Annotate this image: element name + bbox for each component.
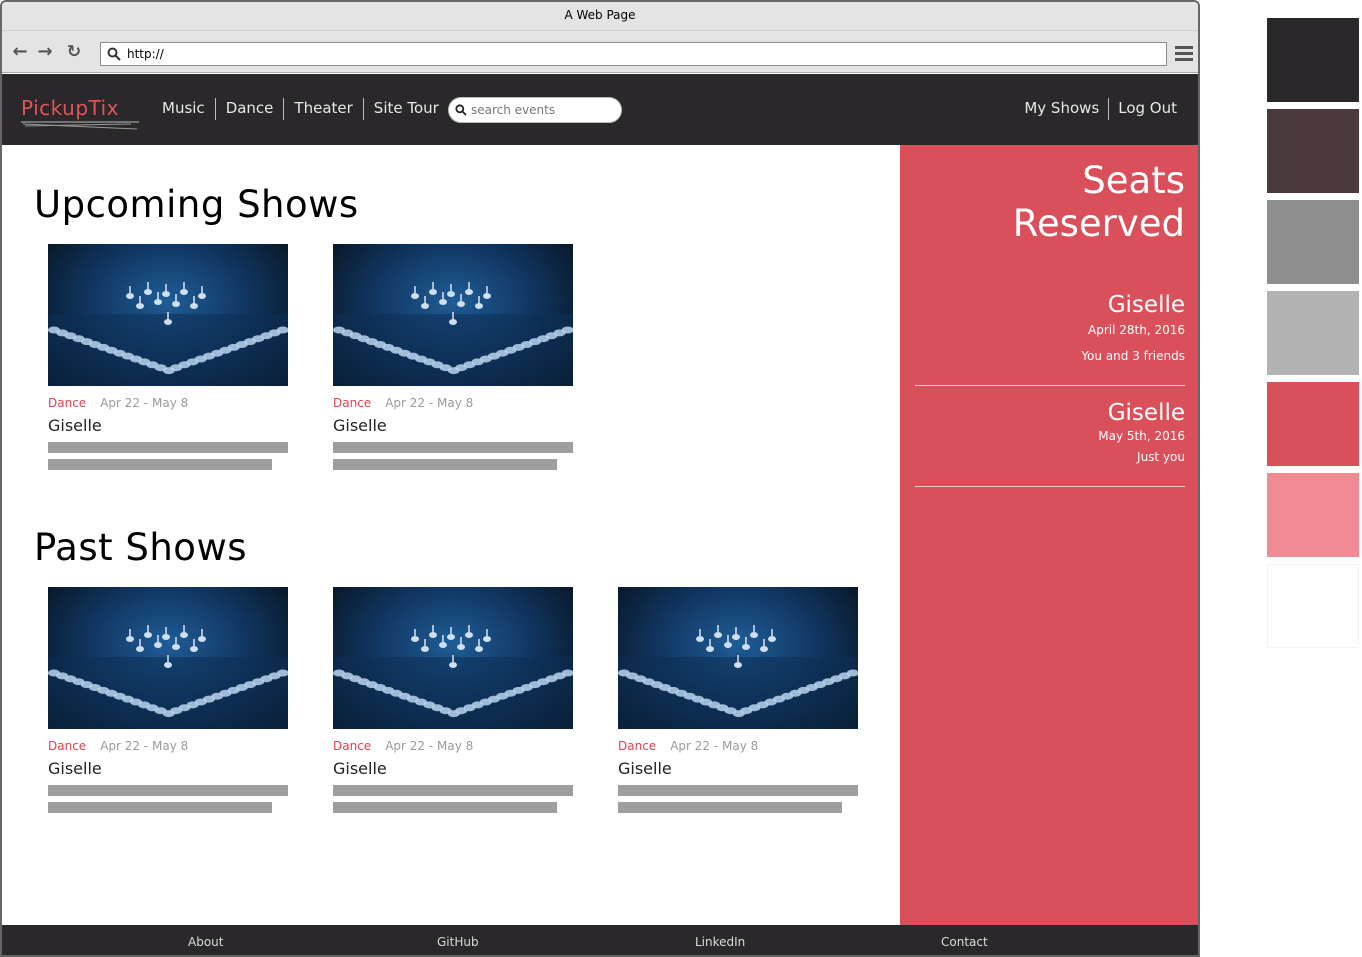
description-placeholder bbox=[333, 785, 573, 796]
reservation-date: April 28th, 2016 bbox=[1088, 323, 1185, 337]
search-icon bbox=[107, 47, 121, 61]
search-placeholder: search events bbox=[471, 103, 556, 117]
nav-log-out[interactable]: Log Out bbox=[1108, 98, 1186, 120]
reservation-party: Just you bbox=[1137, 450, 1185, 464]
show-title[interactable]: Giselle bbox=[48, 759, 288, 778]
description-placeholder bbox=[333, 802, 557, 813]
show-image[interactable] bbox=[618, 587, 858, 729]
show-category[interactable]: Dance bbox=[618, 739, 656, 753]
show-dates: Apr 22 - May 8 bbox=[670, 739, 759, 753]
reservation-show[interactable]: Giselle bbox=[915, 400, 1185, 426]
description-placeholder bbox=[48, 802, 272, 813]
show-image[interactable] bbox=[48, 587, 288, 729]
reload-icon[interactable]: ↻ bbox=[64, 42, 84, 62]
description-placeholder bbox=[48, 459, 272, 470]
nav-theater[interactable]: Theater bbox=[283, 98, 362, 120]
show-dates: Apr 22 - May 8 bbox=[385, 396, 474, 410]
url-text[interactable]: http:// bbox=[127, 43, 164, 65]
nav-music[interactable]: Music bbox=[152, 98, 215, 120]
ballet-stage-illustration bbox=[48, 625, 288, 729]
reservation-item[interactable]: Giselle April 28th, 2016 You and 3 frien… bbox=[915, 292, 1185, 386]
palette-swatch bbox=[1267, 382, 1359, 466]
footer-contact[interactable]: Contact bbox=[941, 925, 988, 955]
main-nav: Music Dance Theater Site Tour bbox=[152, 98, 449, 120]
window-title: A Web Page bbox=[2, 2, 1198, 30]
site-footer: About GitHub LinkedIn Contact bbox=[2, 925, 1198, 955]
show-card[interactable]: Dance Apr 22 - May 8 Giselle bbox=[618, 587, 858, 813]
footer-linkedin[interactable]: LinkedIn bbox=[695, 925, 745, 955]
show-category[interactable]: Dance bbox=[48, 396, 86, 410]
divider bbox=[915, 385, 1185, 386]
site-header: PickupTix Music Dance Theater Site Tour … bbox=[2, 74, 1198, 145]
ballet-stage-illustration bbox=[48, 282, 288, 386]
show-title[interactable]: Giselle bbox=[333, 416, 573, 435]
description-placeholder bbox=[618, 802, 842, 813]
browser-toolbar: ← → ↻ http:// bbox=[2, 30, 1198, 73]
main-content: Upcoming Shows Dance Apr 22 - May 8 Gisel… bbox=[2, 145, 900, 925]
description-placeholder bbox=[48, 785, 288, 796]
user-nav: My Shows Log Out bbox=[1015, 98, 1186, 120]
palette-swatch bbox=[1267, 564, 1359, 648]
palette-swatch bbox=[1267, 473, 1359, 557]
nav-site-tour[interactable]: Site Tour bbox=[362, 98, 449, 120]
site-logo[interactable]: PickupTix bbox=[21, 96, 119, 120]
show-card[interactable]: Dance Apr 22 - May 8 Giselle bbox=[333, 587, 573, 813]
description-placeholder bbox=[333, 459, 557, 470]
show-dates: Apr 22 - May 8 bbox=[385, 739, 474, 753]
upcoming-shows-heading: Upcoming Shows bbox=[34, 183, 359, 226]
show-category[interactable]: Dance bbox=[48, 739, 86, 753]
past-shows-heading: Past Shows bbox=[34, 526, 247, 569]
forward-arrow-icon[interactable]: → bbox=[35, 42, 55, 62]
palette-swatch bbox=[1267, 18, 1359, 102]
reservation-party: You and 3 friends bbox=[1081, 349, 1185, 363]
show-image[interactable] bbox=[333, 587, 573, 729]
show-card[interactable]: Dance Apr 22 - May 8 Giselle bbox=[48, 587, 288, 813]
address-bar[interactable]: http:// bbox=[100, 42, 1167, 66]
logo-underline bbox=[21, 121, 139, 130]
seats-reserved-sidebar: Seats Reserved Giselle April 28th, 2016 … bbox=[900, 145, 1198, 925]
show-title[interactable]: Giselle bbox=[333, 759, 573, 778]
nav-dance[interactable]: Dance bbox=[214, 98, 284, 120]
back-arrow-icon[interactable]: ← bbox=[10, 42, 30, 62]
description-placeholder bbox=[48, 442, 288, 453]
reservation-date: May 5th, 2016 bbox=[1098, 429, 1185, 443]
reservation-item[interactable]: Giselle May 5th, 2016 Just you bbox=[915, 400, 1185, 487]
show-title[interactable]: Giselle bbox=[48, 416, 288, 435]
show-image[interactable] bbox=[333, 244, 573, 386]
palette-swatch bbox=[1267, 291, 1359, 375]
show-card[interactable]: Dance Apr 22 - May 8 Giselle bbox=[333, 244, 573, 470]
ballet-stage-illustration bbox=[618, 625, 858, 729]
description-placeholder bbox=[333, 442, 573, 453]
sidebar-title: Seats Reserved bbox=[1012, 159, 1185, 245]
show-category[interactable]: Dance bbox=[333, 739, 371, 753]
hamburger-menu-icon[interactable] bbox=[1175, 46, 1193, 61]
show-card[interactable]: Dance Apr 22 - May 8 Giselle bbox=[48, 244, 288, 470]
divider bbox=[915, 486, 1185, 487]
search-events-input[interactable]: search events bbox=[448, 97, 622, 123]
show-title[interactable]: Giselle bbox=[618, 759, 858, 778]
browser-window: A Web Page ← → ↻ http:// PickupTix Music… bbox=[0, 0, 1200, 957]
show-dates: Apr 22 - May 8 bbox=[100, 396, 189, 410]
reservation-show[interactable]: Giselle bbox=[915, 292, 1185, 318]
nav-my-shows[interactable]: My Shows bbox=[1015, 98, 1108, 120]
show-dates: Apr 22 - May 8 bbox=[100, 739, 189, 753]
footer-github[interactable]: GitHub bbox=[437, 925, 479, 955]
show-category[interactable]: Dance bbox=[333, 396, 371, 410]
palette-swatch bbox=[1267, 109, 1359, 193]
footer-about[interactable]: About bbox=[188, 925, 223, 955]
ballet-stage-illustration bbox=[333, 282, 573, 386]
ballet-stage-illustration bbox=[333, 625, 573, 729]
palette-swatch bbox=[1267, 200, 1359, 284]
show-image[interactable] bbox=[48, 244, 288, 386]
search-icon bbox=[455, 104, 467, 116]
description-placeholder bbox=[618, 785, 858, 796]
